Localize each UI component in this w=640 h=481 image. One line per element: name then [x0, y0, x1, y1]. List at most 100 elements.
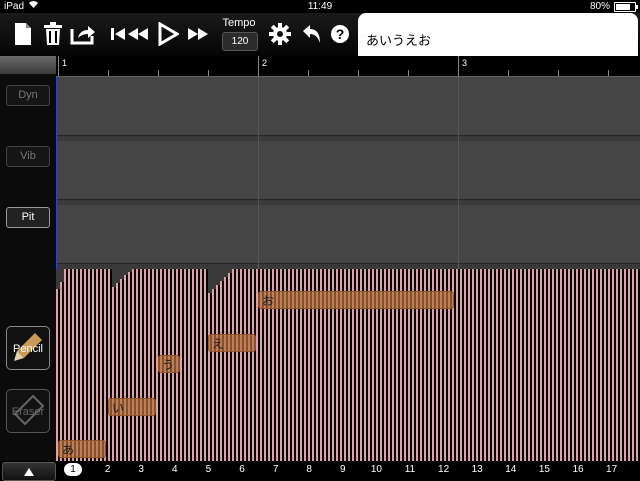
fast-forward-icon [188, 28, 208, 40]
piano-roll-key-stripe [248, 269, 250, 461]
undo-button[interactable] [296, 19, 326, 49]
pencil-tool-button[interactable]: Pencil [6, 326, 50, 370]
piano-roll-key-stripe [200, 269, 202, 461]
page-number[interactable]: 11 [400, 464, 420, 475]
status-bar: iPad 11:49 80% [0, 0, 640, 13]
svg-text:?: ? [336, 26, 345, 42]
ruler-corner [0, 56, 56, 74]
piano-roll-key-stripe [128, 269, 130, 461]
settings-button[interactable] [265, 19, 295, 49]
piano-roll-key-stripe [552, 269, 554, 461]
battery-icon [614, 2, 638, 12]
piano-roll-key-stripe [108, 269, 110, 461]
page-number[interactable]: 3 [131, 464, 151, 475]
page-number[interactable]: 13 [467, 464, 487, 475]
rewind-icon [128, 28, 148, 40]
piano-roll-key-stripe [212, 269, 214, 461]
page-number[interactable]: 5 [198, 464, 218, 475]
dynamics-button[interactable]: Dyn [6, 85, 50, 106]
page-number[interactable]: 6 [232, 464, 252, 475]
piano-roll-key-stripe [240, 269, 242, 461]
piano-roll-key-stripe [100, 269, 102, 461]
piano-roll-key-stripe [468, 269, 470, 461]
page-number[interactable]: 7 [266, 464, 286, 475]
vibrato-button[interactable]: Vib [6, 146, 50, 167]
toolbar: Tempo 120 ? [0, 13, 640, 65]
piano-roll[interactable]: あ い う え お [56, 269, 640, 461]
piano-roll-key-stripe [480, 269, 482, 461]
piano-roll-key-stripe [252, 269, 254, 461]
piano-roll-key-stripe [512, 269, 514, 461]
pencil-label: Pencil [13, 343, 43, 355]
measure-ruler[interactable]: 1 2 3 [56, 56, 640, 77]
note-block[interactable]: い [108, 398, 156, 416]
bar-line [258, 56, 259, 76]
piano-roll-key-stripe [96, 269, 98, 461]
page-number[interactable]: 15 [534, 464, 554, 475]
page-number[interactable]: 14 [501, 464, 521, 475]
sidebar: Dyn Vib Pit Pencil Eraser [0, 56, 56, 461]
rewind-button[interactable] [123, 19, 153, 49]
help-button[interactable]: ? [325, 19, 355, 49]
piano-roll-key-stripe [584, 269, 586, 461]
play-button[interactable] [153, 19, 183, 49]
tempo-field[interactable]: 120 [222, 32, 258, 51]
piano-roll-key-stripe [456, 269, 458, 461]
piano-roll-key-stripe [152, 269, 154, 461]
new-document-icon [15, 23, 31, 45]
piano-roll-key-stripe [576, 269, 578, 461]
piano-roll-key-stripe [72, 269, 74, 461]
piano-roll-key-stripe [236, 269, 238, 461]
note-block[interactable]: お [258, 291, 454, 309]
piano-roll-key-stripe [620, 269, 622, 461]
help-icon: ? [331, 25, 349, 43]
piano-roll-key-stripe [496, 269, 498, 461]
piano-roll-key-stripe [124, 269, 126, 461]
eraser-label: Eraser [11, 406, 45, 418]
piano-roll-key-stripe [64, 269, 66, 461]
piano-roll-key-stripe [148, 269, 150, 461]
parameter-graph-area[interactable] [56, 77, 640, 269]
piano-roll-key-stripe [536, 269, 538, 461]
page-number[interactable]: 1 [64, 463, 82, 476]
page-number[interactable]: 17 [602, 464, 622, 475]
piano-roll-key-stripe [612, 269, 614, 461]
piano-roll-key-stripe [628, 269, 630, 461]
export-button[interactable] [68, 19, 98, 49]
bar-number: 2 [262, 58, 268, 68]
trash-icon [44, 22, 62, 45]
note-block[interactable]: あ [58, 440, 106, 458]
piano-roll-key-stripe [476, 269, 478, 461]
page-number[interactable]: 10 [366, 464, 386, 475]
piano-roll-key-stripe [180, 269, 182, 461]
expand-button[interactable] [2, 462, 56, 481]
pitch-button[interactable]: Pit [6, 207, 50, 228]
bar-number: 1 [62, 58, 68, 68]
piano-roll-key-stripe [596, 269, 598, 461]
piano-roll-key-stripe [500, 269, 502, 461]
piano-roll-key-stripe [524, 269, 526, 461]
page-number[interactable]: 8 [299, 464, 319, 475]
piano-roll-key-stripe [136, 269, 138, 461]
note-block[interactable]: う [158, 355, 180, 373]
piano-roll-key-stripe [488, 269, 490, 461]
new-file-button[interactable] [8, 19, 38, 49]
fast-forward-button[interactable] [183, 19, 213, 49]
piano-roll-key-stripe [604, 269, 606, 461]
page-number[interactable]: 9 [333, 464, 353, 475]
page-number[interactable]: 12 [434, 464, 454, 475]
piano-roll-key-stripe [484, 269, 486, 461]
delete-button[interactable] [38, 19, 68, 49]
piano-roll-key-stripe [120, 269, 122, 461]
battery-percent: 80% [589, 1, 610, 12]
page-number[interactable]: 4 [165, 464, 185, 475]
piano-roll-key-stripe [104, 269, 106, 461]
page-number[interactable]: 2 [98, 464, 118, 475]
piano-roll-key-stripe [572, 269, 574, 461]
note-block[interactable]: え [208, 334, 256, 352]
playback-cursor [56, 77, 57, 269]
eraser-tool-button[interactable]: Eraser [6, 389, 50, 433]
play-icon [158, 22, 179, 46]
page-number[interactable]: 16 [568, 464, 588, 475]
piano-roll-key-stripe [544, 269, 546, 461]
